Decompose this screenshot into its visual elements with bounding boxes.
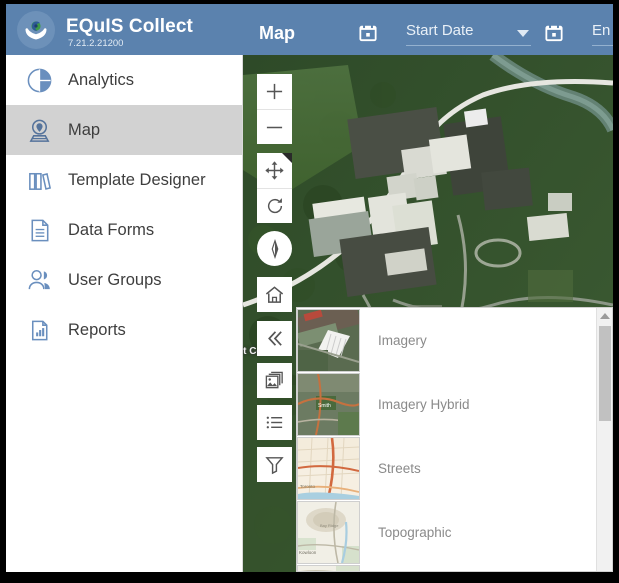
hands-holding-globe-icon	[25, 21, 47, 40]
basemap-item-imagery-hybrid[interactable]: Smith Imagery Hybrid	[297, 372, 592, 436]
zoom-in-button[interactable]	[257, 74, 292, 109]
filter-button[interactable]	[257, 447, 292, 482]
basemap-item-label: Streets	[378, 460, 421, 476]
corner-marker-icon	[282, 153, 292, 163]
partial-thumb	[297, 564, 360, 571]
basemap-item-label: Topographic	[378, 524, 452, 540]
sidebar-item-label: User Groups	[68, 270, 162, 289]
app-version: 7.21.2.21200	[68, 38, 124, 49]
basemap-item-label: Imagery Hybrid	[378, 396, 470, 412]
page-title: Map	[259, 23, 295, 43]
svg-text:Kowloon: Kowloon	[299, 550, 317, 555]
svg-text:Bay Ridge: Bay Ridge	[320, 523, 339, 528]
application-window: EQuIS Collect 7.21.2.21200 Map Start Dat…	[6, 4, 613, 572]
calendar-icon[interactable]	[545, 24, 563, 42]
sidebar-item-label: Template Designer	[68, 170, 206, 189]
satellite-thumb	[297, 308, 360, 372]
zoom-out-button[interactable]	[257, 109, 292, 144]
scroll-up-arrow-icon[interactable]	[597, 308, 612, 324]
sidebar-item-label: Data Forms	[68, 220, 155, 239]
topographic-thumb: Bay Ridge Kowloon	[297, 500, 360, 564]
sidebar-item-map[interactable]: Map	[6, 105, 242, 155]
compass-icon	[271, 238, 278, 259]
basemap-gallery-button[interactable]	[257, 363, 292, 398]
books-icon	[24, 165, 54, 195]
compass-button[interactable]	[257, 231, 292, 266]
satellite-hybrid-thumb: Smith	[297, 372, 360, 436]
sidebar-item-data-forms[interactable]: Data Forms	[6, 205, 242, 255]
home-icon	[265, 286, 284, 303]
collapse-panel-button[interactable]	[257, 321, 292, 356]
start-date-input[interactable]: Start Date	[406, 22, 531, 46]
sidebar-navigation: Analytics Map Template Designer Data For…	[6, 55, 243, 572]
legend-button[interactable]	[257, 405, 292, 440]
streets-thumb: Toronto	[297, 436, 360, 500]
basemap-item-label: Imagery	[378, 332, 427, 348]
basemap-gallery-icon	[265, 371, 283, 389]
start-date-label: Start Date	[406, 22, 474, 39]
sidebar-item-label: Analytics	[68, 70, 135, 89]
basemap-item-topographic[interactable]: Bay Ridge Kowloon Topographic	[297, 500, 592, 564]
legend-icon	[266, 416, 283, 429]
map-pin-icon	[24, 115, 54, 145]
report-chart-icon	[24, 315, 54, 345]
sidebar-item-label: Map	[68, 120, 101, 139]
users-icon	[24, 265, 54, 295]
sidebar-item-reports[interactable]: Reports	[6, 305, 242, 355]
app-title: EQuIS Collect	[66, 16, 193, 37]
rotate-icon	[267, 198, 282, 214]
rotate-button[interactable]	[257, 188, 292, 223]
pan-button[interactable]	[257, 153, 292, 188]
collapse-left-icon	[268, 331, 282, 346]
end-date-input[interactable]: En	[592, 22, 613, 46]
pie-chart-icon	[24, 65, 54, 95]
svg-text:Smith: Smith	[318, 403, 331, 409]
chevron-down-icon[interactable]	[517, 30, 529, 37]
basemap-item-imagery[interactable]: Imagery	[297, 308, 592, 372]
app-header: EQuIS Collect 7.21.2.21200 Map Start Dat…	[6, 4, 613, 55]
sidebar-item-label: Reports	[68, 320, 126, 339]
sidebar-item-analytics[interactable]: Analytics	[6, 55, 242, 105]
pan-icon	[265, 161, 284, 180]
calendar-icon[interactable]	[359, 24, 377, 42]
scrollbar-thumb[interactable]	[599, 326, 611, 421]
sidebar-item-template-designer[interactable]: Template Designer	[6, 155, 242, 205]
basemap-gallery-panel[interactable]: Imagery Smith Imagery Hybrid Toronto Str…	[296, 307, 613, 572]
home-button[interactable]	[257, 277, 292, 312]
svg-text:Toronto: Toronto	[300, 484, 316, 489]
filter-icon	[265, 457, 284, 475]
basemap-scrollbar[interactable]	[596, 308, 612, 571]
basemap-item-partial[interactable]	[297, 564, 592, 571]
document-lines-icon	[24, 215, 54, 245]
zoom-in-icon	[266, 83, 283, 100]
map-viewport[interactable]: ket Center	[243, 55, 613, 572]
zoom-out-icon	[266, 126, 283, 128]
basemap-item-streets[interactable]: Toronto Streets	[297, 436, 592, 500]
sidebar-item-user-groups[interactable]: User Groups	[6, 255, 242, 305]
app-logo[interactable]	[17, 11, 55, 49]
end-date-label: En	[592, 22, 611, 39]
